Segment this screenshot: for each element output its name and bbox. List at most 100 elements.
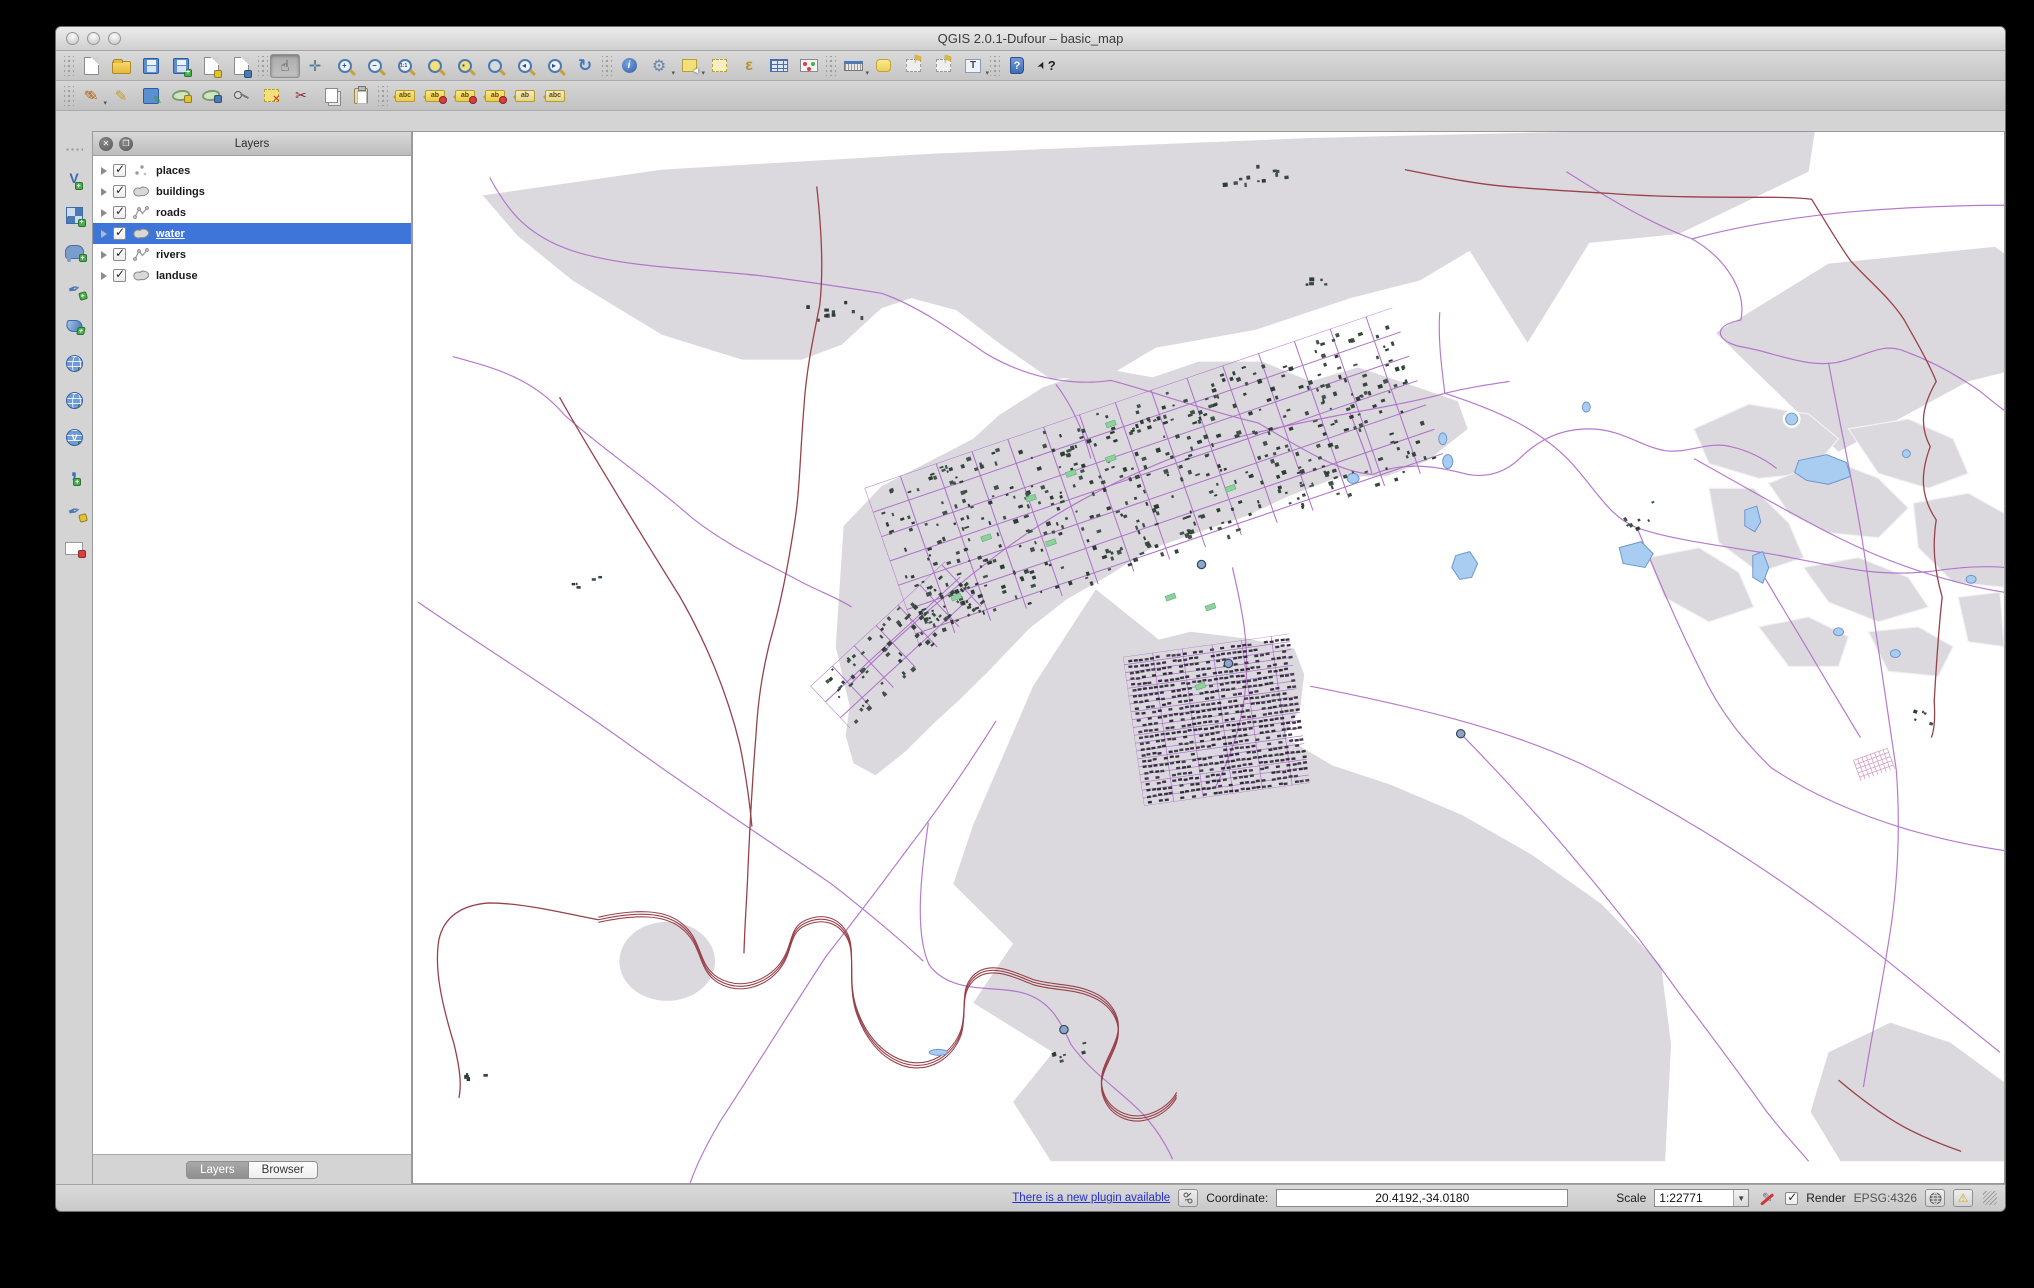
layer-visibility-checkbox[interactable]: [113, 267, 126, 282]
move-label-button[interactable]: ab: [480, 84, 510, 108]
zoom-actual-button[interactable]: 1:1: [390, 54, 420, 78]
layer-visibility-checkbox[interactable]: [113, 204, 126, 219]
delete-selected-button[interactable]: [256, 84, 286, 108]
layer-visibility-checkbox[interactable]: [113, 246, 126, 261]
save-project-as-button[interactable]: +: [166, 54, 196, 78]
zoom-window-button[interactable]: [108, 32, 121, 45]
deselect-features-button[interactable]: [704, 54, 734, 78]
layer-visibility-checkbox[interactable]: [113, 225, 126, 240]
plugin-update-link[interactable]: There is a new plugin available: [1012, 1192, 1170, 1204]
identify-button[interactable]: i: [614, 54, 644, 78]
run-feature-action-button[interactable]: ⚙ ▾: [644, 54, 675, 78]
layer-row-roads[interactable]: roads: [93, 202, 411, 223]
expander-icon[interactable]: [101, 208, 107, 217]
select-features-button[interactable]: ▾: [674, 54, 705, 78]
new-shapefile-layer-button[interactable]: [61, 536, 87, 560]
cut-features-button[interactable]: ✂: [286, 84, 316, 108]
add-feature-button[interactable]: [166, 84, 196, 108]
zoom-full-extent-button[interactable]: [420, 54, 450, 78]
add-raster-layer-button[interactable]: +: [61, 203, 87, 227]
add-wfs-layer-button[interactable]: +: [61, 425, 87, 449]
expander-icon[interactable]: [101, 229, 107, 238]
minimize-window-button[interactable]: [87, 32, 100, 45]
attribute-table-button[interactable]: [764, 54, 794, 78]
layer-row-buildings[interactable]: buildings: [93, 181, 411, 202]
zoom-to-layer-button[interactable]: [480, 54, 510, 78]
new-project-button[interactable]: [76, 54, 106, 78]
zoom-last-button[interactable]: ◂: [510, 54, 540, 78]
labeling-options-button[interactable]: abc: [390, 84, 420, 108]
rotate-label-button[interactable]: ab: [510, 84, 540, 108]
layer-row-places[interactable]: places: [93, 160, 411, 181]
layer-label[interactable]: buildings: [156, 186, 205, 198]
add-wcs-layer-button[interactable]: +: [61, 388, 87, 412]
message-log-button[interactable]: ⚠: [1953, 1189, 1973, 1207]
scale-combo[interactable]: 1:22771 ▼: [1654, 1189, 1750, 1207]
layer-row-landuse[interactable]: landuse: [93, 265, 411, 286]
stop-render-icon[interactable]: ✎: [1757, 1190, 1777, 1206]
new-bookmark-button[interactable]: [898, 53, 928, 78]
show-bookmarks-button[interactable]: [928, 53, 958, 78]
layer-visibility-checkbox[interactable]: [113, 183, 126, 198]
tab-browser[interactable]: Browser: [248, 1161, 317, 1178]
tab-layers[interactable]: Layers: [187, 1161, 249, 1178]
crs-globe-button[interactable]: [1925, 1189, 1945, 1207]
refresh-button[interactable]: ↻: [570, 54, 600, 78]
titlebar[interactable]: QGIS 2.0.1-Dufour – basic_map: [56, 27, 2005, 51]
expander-icon[interactable]: [101, 187, 107, 196]
zoom-in-button[interactable]: +: [330, 54, 360, 78]
change-label-button[interactable]: abc: [540, 84, 570, 108]
copy-features-button[interactable]: [316, 84, 346, 108]
add-postgis-layer-button[interactable]: +: [61, 240, 87, 264]
move-feature-button[interactable]: [196, 84, 226, 108]
help-button[interactable]: ?: [1002, 54, 1032, 78]
field-calculator-button[interactable]: [794, 54, 824, 78]
layer-label[interactable]: water: [156, 228, 185, 240]
node-tool-button[interactable]: [226, 84, 256, 108]
resize-grip-icon[interactable]: [1983, 1191, 1997, 1205]
layer-label[interactable]: landuse: [156, 270, 198, 282]
select-by-expression-button[interactable]: ε: [734, 54, 764, 78]
pan-map-button[interactable]: ☝: [270, 53, 300, 78]
whats-this-button[interactable]: ?: [1032, 54, 1062, 78]
current-edits-button[interactable]: ✎✎ ▾: [76, 84, 107, 108]
paste-features-button[interactable]: [346, 84, 376, 108]
screen: QGIS 2.0.1-Dufour – basic_map + ☝ ✛ + − 1:1 ▪ ◂…: [0, 0, 2034, 1288]
add-mssql-layer-button[interactable]: +: [61, 314, 87, 338]
layer-label[interactable]: roads: [156, 207, 186, 219]
layer-row-water[interactable]: water: [93, 223, 411, 244]
pin-label-button[interactable]: ab: [420, 84, 450, 108]
layer-row-rivers[interactable]: rivers: [93, 244, 411, 265]
highlight-pinned-labels-button[interactable]: ab: [450, 84, 480, 108]
text-annotation-button[interactable]: ▾: [958, 54, 989, 78]
pan-to-selection-button[interactable]: ✛: [300, 54, 330, 78]
add-wms-layer-button[interactable]: +: [61, 351, 87, 375]
new-print-composer-button[interactable]: [196, 54, 226, 78]
map-canvas[interactable]: [412, 131, 2005, 1184]
layer-label[interactable]: rivers: [156, 249, 186, 261]
chevron-down-icon[interactable]: ▼: [1733, 1190, 1749, 1206]
zoom-to-selection-button[interactable]: ▪: [450, 54, 480, 78]
composer-manager-button[interactable]: [226, 54, 256, 78]
plugin-icon[interactable]: [1178, 1189, 1199, 1207]
close-window-button[interactable]: [66, 32, 79, 45]
coordinate-field[interactable]: 20.4192,-34.0180: [1276, 1189, 1569, 1207]
measure-button[interactable]: ▾: [838, 54, 869, 78]
add-spatialite-layer-button[interactable]: ✒ +: [61, 277, 88, 301]
new-spatialite-layer-button[interactable]: ✒: [61, 499, 88, 523]
toggle-editing-button[interactable]: ✎: [106, 84, 136, 108]
zoom-next-button[interactable]: ▸: [540, 54, 570, 78]
save-project-button[interactable]: [136, 54, 166, 78]
layer-visibility-checkbox[interactable]: [113, 162, 126, 177]
add-vector-layer-button[interactable]: V +: [61, 166, 87, 190]
expander-icon[interactable]: [101, 166, 107, 175]
map-tips-button[interactable]: [868, 54, 898, 78]
save-layer-edits-button[interactable]: [136, 84, 166, 108]
expander-icon[interactable]: [101, 271, 107, 280]
add-delimited-text-layer-button[interactable]: , +: [61, 457, 87, 486]
zoom-out-button[interactable]: −: [360, 54, 390, 78]
layer-label[interactable]: places: [156, 165, 190, 177]
expander-icon[interactable]: [101, 250, 107, 259]
render-checkbox[interactable]: [1785, 1190, 1799, 1205]
open-project-button[interactable]: [106, 54, 136, 78]
